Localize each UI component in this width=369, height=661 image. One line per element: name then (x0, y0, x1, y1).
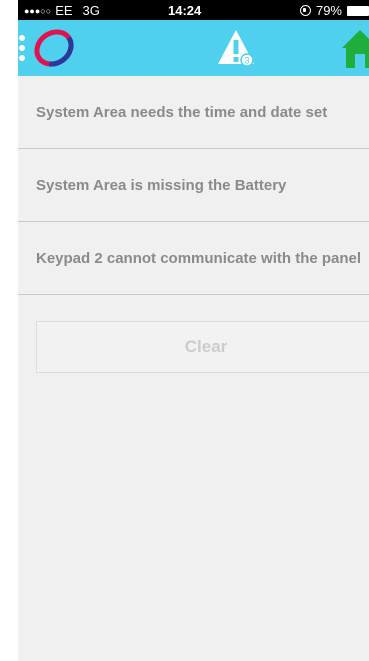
status-bar: ●●●○○ EE 3G 14:24 79% (18, 0, 369, 20)
alert-count-badge: 3 (244, 56, 249, 66)
app-logo-icon[interactable] (18, 26, 88, 70)
carrier-name: EE (55, 3, 73, 18)
rotation-lock-icon (299, 5, 311, 16)
alert-item[interactable]: System Area is missing the Battery (18, 149, 369, 222)
status-left: ●●●○○ EE 3G (24, 3, 100, 18)
clear-button[interactable]: Clear (36, 321, 369, 373)
alert-list: System Area needs the time and date set … (18, 76, 369, 295)
battery-icon (347, 6, 369, 16)
app-screen: ●●●○○ EE 3G 14:24 79% 3 System Area need… (18, 0, 369, 661)
status-time: 14:24 (168, 3, 202, 18)
signal-strength: ●●●○○ (24, 5, 52, 16)
battery-percent: 79% (315, 3, 342, 18)
alert-item[interactable]: System Area needs the time and date set (18, 76, 369, 149)
network-type: 3G (82, 3, 100, 18)
alert-text: System Area is missing the Battery (36, 176, 287, 194)
alert-item[interactable]: Keypad 2 cannot communicate with the pan… (18, 222, 369, 295)
alerts-warning-icon[interactable]: 3 (214, 26, 258, 70)
status-right: 79% (299, 3, 369, 18)
alert-text: Keypad 2 cannot communicate with the pan… (36, 249, 362, 267)
app-header: 3 (18, 20, 369, 76)
home-icon[interactable] (340, 24, 369, 72)
alert-text: System Area needs the time and date set (36, 103, 328, 121)
